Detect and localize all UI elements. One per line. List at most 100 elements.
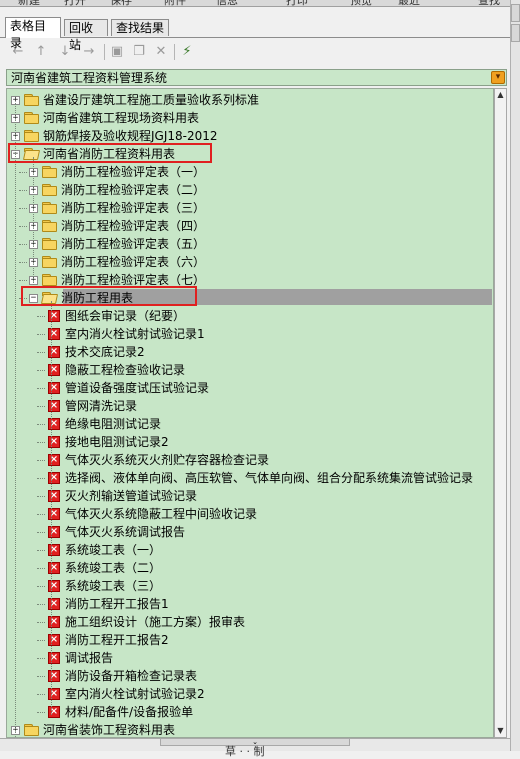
tree-connector — [37, 712, 45, 713]
tree-connector — [19, 226, 27, 227]
form-doc-icon: × — [48, 436, 60, 448]
toolbar-separator — [104, 44, 105, 60]
tree-leaf-form[interactable]: × 材料/配备件/设备报验单 — [7, 703, 493, 721]
tree-leaf-form[interactable]: × 技术交底记录2 — [7, 343, 493, 361]
library-selector[interactable]: 河南省建筑工程资料管理系统 ▾ — [6, 69, 507, 86]
tree-leaf-form[interactable]: × 选择阀、液体单向阀、高压软管、气体单向阀、组合分配系统集流管试验记录 — [7, 469, 493, 487]
tree-item-label: 图纸会审记录（纪要） — [65, 309, 186, 323]
tree-item-label: 消防工程检验评定表（四） — [61, 219, 206, 233]
form-doc-icon: × — [48, 562, 60, 574]
form-doc-icon: × — [48, 328, 60, 340]
tree-leaf-form[interactable]: × 气体灭火系统隐蔽工程中间验收记录 — [7, 505, 493, 523]
tree-item-label: 钢筋焊接及验收规程JGJ18-2012 — [43, 129, 218, 143]
tree-leaf-form[interactable]: × 管网清洗记录 — [7, 397, 493, 415]
tree-leaf-form[interactable]: × 气体灭火系统调试报告 — [7, 523, 493, 541]
tree-toolbar: ← ↑ ↓ → ▣ ❐ ✕ ⚡ — [4, 41, 509, 65]
tree-leaf-form[interactable]: × 消防工程开工报告2 — [7, 631, 493, 649]
tree-connector — [37, 496, 45, 497]
tab-search-results[interactable]: 查找结果 — [111, 19, 169, 36]
arrow-right-icon[interactable]: → — [80, 43, 98, 61]
tree-item-label: 施工组织设计（施工方案）报审表 — [65, 615, 246, 629]
right-panel-button[interactable] — [511, 4, 520, 22]
tree-connector — [19, 190, 27, 191]
tree-leaf-form[interactable]: × 调试报告 — [7, 649, 493, 667]
tree-leaf-form[interactable]: × 施工组织设计（施工方案）报审表 — [7, 613, 493, 631]
tree-connector — [37, 532, 45, 533]
top-menu-strip: 新建 打开 保存 附件 信息 打印 预览 最近 查找 — [0, 0, 520, 7]
tree-leaf-form[interactable]: × 绝缘电阻测试记录 — [7, 415, 493, 433]
tree-node-level0[interactable]: + 河南省建筑工程现场资料用表 — [7, 109, 493, 127]
tree-leaf-form[interactable]: × 消防工程开工报告1 — [7, 595, 493, 613]
form-doc-icon: × — [48, 670, 60, 682]
tree-item-label: 材料/配备件/设备报验单 — [65, 705, 194, 719]
tree-node-level1[interactable]: + 消防工程检验评定表（五） — [7, 235, 493, 253]
tree-node-level1[interactable]: + 消防工程检验评定表（六） — [7, 253, 493, 271]
tree-leaf-form[interactable]: × 系统竣工表（三） — [7, 577, 493, 595]
tree-leaf-form[interactable]: × 系统竣工表（一） — [7, 541, 493, 559]
tree-item-label: 室内消火栓试射试验记录1 — [65, 327, 205, 341]
form-doc-icon: × — [48, 616, 60, 628]
tree-vertical-scrollbar[interactable]: ▲ ▼ — [494, 88, 507, 738]
menu-attach[interactable]: 附件 — [164, 0, 186, 6]
tree-item-label: 省建设厅建筑工程施工质量验收系列标准 — [43, 93, 260, 107]
tab-recycle-bin[interactable]: 回收站 — [64, 19, 108, 52]
right-panel-button[interactable] — [511, 24, 520, 42]
tree-leaf-form[interactable]: × 气体灭火系统灭火剂贮存容器检查记录 — [7, 451, 493, 469]
menu-print[interactable]: 打印 — [286, 0, 308, 6]
menu-open[interactable]: 打开 — [64, 0, 86, 6]
tree-leaf-form[interactable]: × 灭火剂输送管道试验记录 — [7, 487, 493, 505]
folder-body — [42, 222, 57, 232]
tree-item-label: 消防工程检验评定表（六） — [61, 255, 206, 269]
folder-icon — [24, 94, 40, 106]
tree-node-level1[interactable]: + 消防工程检验评定表（四） — [7, 217, 493, 235]
folder-body — [42, 168, 57, 178]
tree-item-label: 河南省装饰工程资料用表 — [43, 723, 176, 737]
filter-icon[interactable]: ⚡ — [178, 43, 196, 61]
form-doc-icon: × — [48, 310, 60, 322]
delete-icon[interactable]: ✕ — [152, 43, 170, 61]
tree-leaf-form[interactable]: × 室内消火栓试射试验记录2 — [7, 685, 493, 703]
tree-item-label: 接地电阻测试记录2 — [65, 435, 169, 449]
tree-leaf-form[interactable]: × 系统竣工表（二） — [7, 559, 493, 577]
chevron-down-icon[interactable]: ▾ — [491, 71, 505, 84]
tree-node-level1[interactable]: + 消防工程检验评定表（三） — [7, 199, 493, 217]
tree-item-label: 气体灭火系统灭火剂贮存容器检查记录 — [65, 453, 270, 467]
menu-find[interactable]: 查找 — [478, 0, 500, 6]
copy-icon[interactable]: ❐ — [130, 43, 148, 61]
tree-leaf-form[interactable]: × 图纸会审记录（纪要） — [7, 307, 493, 325]
tree-node-level0[interactable]: + 河南省装饰工程资料用表 — [7, 721, 493, 737]
form-doc-icon: × — [48, 418, 60, 430]
tree-item-label: 选择阀、液体单向阀、高压软管、气体单向阀、组合分配系统集流管试验记录 — [65, 471, 474, 485]
tree-connector — [37, 388, 45, 389]
tree-node-level1[interactable]: + 消防工程检验评定表（二） — [7, 181, 493, 199]
tree-leaf-form[interactable]: × 消防设备开箱检查记录表 — [7, 667, 493, 685]
tree-item-label: 灭火剂输送管道试验记录 — [65, 489, 198, 503]
menu-recent[interactable]: 最近 — [398, 0, 420, 6]
tree-node-level1[interactable]: + 消防工程检验评定表（一） — [7, 163, 493, 181]
tree-leaf-form[interactable]: × 管道设备强度试压试验记录 — [7, 379, 493, 397]
tree-leaf-form[interactable]: × 隐蔽工程检查验收记录 — [7, 361, 493, 379]
tree-item-label: 技术交底记录2 — [65, 345, 145, 359]
tree-connector — [37, 676, 45, 677]
arrow-up-icon[interactable]: ↑ — [32, 43, 50, 61]
scroll-down-icon[interactable]: ▼ — [495, 725, 506, 737]
menu-save[interactable]: 保存 — [110, 0, 132, 6]
tree-connector — [19, 262, 27, 263]
tree-leaf-form[interactable]: × 室内消火栓试射试验记录1 — [7, 325, 493, 343]
arrow-down-icon[interactable]: ↓ — [56, 43, 74, 61]
tree-item-label: 系统竣工表（二） — [65, 561, 162, 575]
tree-node-level0[interactable]: + 省建设厅建筑工程施工质量验收系列标准 — [7, 91, 493, 109]
tree-item-label: 气体灭火系统隐蔽工程中间验收记录 — [65, 507, 258, 521]
tree-connector — [19, 208, 27, 209]
scroll-up-icon[interactable]: ▲ — [495, 89, 506, 101]
folder-body — [42, 258, 57, 268]
form-doc-icon: × — [48, 346, 60, 358]
menu-new[interactable]: 新建 — [18, 0, 40, 6]
new-folder-icon[interactable]: ▣ — [108, 43, 126, 61]
tab-table-catalog[interactable]: 表格目录 — [5, 17, 61, 50]
folder-icon — [42, 184, 58, 196]
tree-connector — [37, 586, 45, 587]
menu-preview[interactable]: 预览 — [350, 0, 372, 6]
menu-info[interactable]: 信息 — [216, 0, 238, 6]
tree-leaf-form[interactable]: × 接地电阻测试记录2 — [7, 433, 493, 451]
